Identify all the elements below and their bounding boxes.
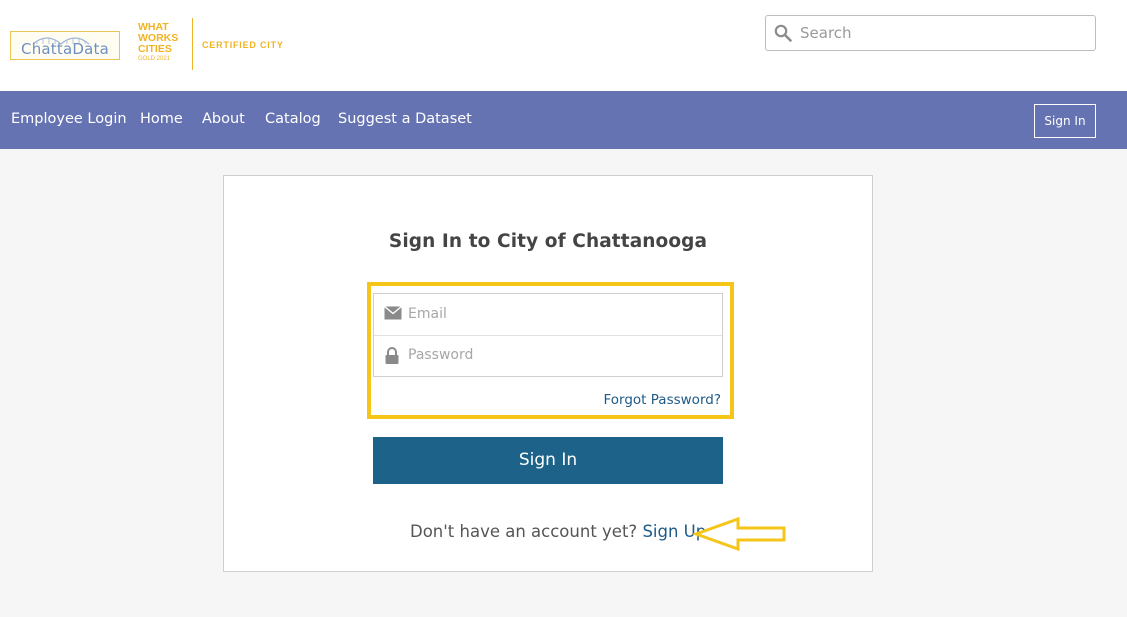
sign-in-button[interactable]: Sign In xyxy=(373,437,723,484)
credentials-fields xyxy=(373,293,723,377)
forgot-password-link[interactable]: Forgot Password? xyxy=(604,392,722,408)
chattadata-logo[interactable]: ChattaData xyxy=(10,31,120,60)
password-input[interactable] xyxy=(408,340,708,370)
nav-employee-login[interactable]: Employee Login xyxy=(11,111,127,127)
nav-about[interactable]: About xyxy=(202,111,245,127)
nav-suggest-dataset[interactable]: Suggest a Dataset xyxy=(338,111,472,127)
nav-sign-in-button[interactable]: Sign In xyxy=(1034,104,1096,138)
search-input[interactable] xyxy=(800,17,1085,49)
signup-prompt: Don't have an account yet? Sign Up xyxy=(410,522,706,541)
main-nav: Employee Login Home About Catalog Sugges… xyxy=(0,91,1127,149)
what-works-cities-badge: WHAT WORKS CITIES GOLD 2021 CERTIFIED CI… xyxy=(138,18,288,74)
sign-in-card: Sign In to City of Chattanooga Forgot Pa… xyxy=(223,175,873,572)
no-account-text: Don't have an account yet? xyxy=(410,522,638,541)
logo-text: ChattaData xyxy=(21,40,109,58)
search-box[interactable] xyxy=(765,15,1096,51)
left-arrow-annotation-icon xyxy=(692,516,786,552)
envelope-icon xyxy=(384,306,402,320)
nav-catalog[interactable]: Catalog xyxy=(265,111,321,127)
sign-in-title: Sign In to City of Chattanooga xyxy=(388,231,708,252)
top-header: ChattaData WHAT WORKS CITIES GOLD 2021 C… xyxy=(0,0,1127,91)
nav-home[interactable]: Home xyxy=(140,111,183,127)
wwc-certified-city: CERTIFIED CITY xyxy=(202,40,284,50)
wwc-gold-year: GOLD 2021 xyxy=(138,56,171,62)
lock-icon xyxy=(385,347,399,364)
wwc-divider xyxy=(192,18,193,70)
email-input[interactable] xyxy=(408,299,708,329)
email-field-row[interactable] xyxy=(374,294,722,336)
search-icon xyxy=(774,24,792,42)
password-field-row[interactable] xyxy=(374,335,722,376)
